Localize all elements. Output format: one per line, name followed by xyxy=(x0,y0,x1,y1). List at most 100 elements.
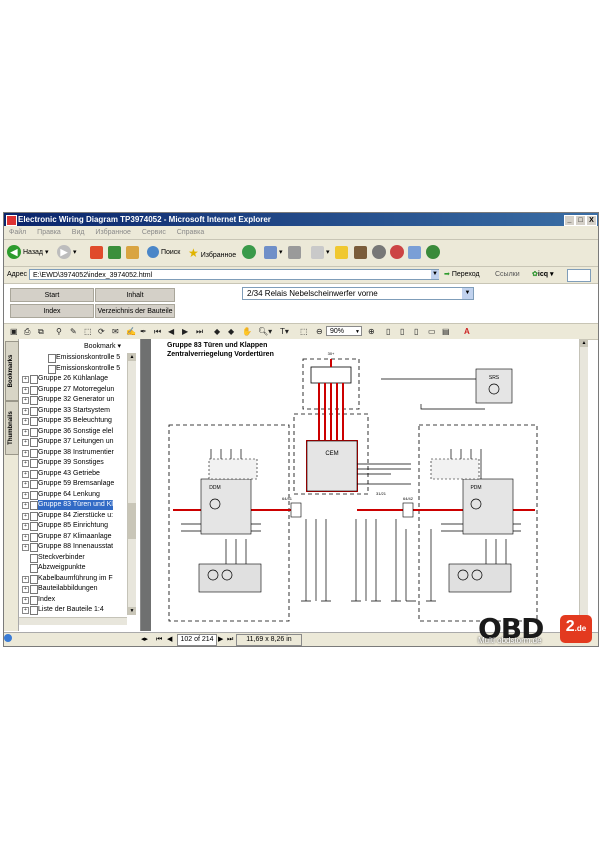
bookmark-hscrollbar[interactable] xyxy=(19,617,127,625)
text-select-icon[interactable]: T▾ xyxy=(280,326,289,337)
tool-button-1[interactable] xyxy=(372,245,386,261)
zoom-in-icon[interactable]: ⊕ xyxy=(368,326,375,337)
expand-icon[interactable]: + xyxy=(22,418,29,425)
sign-icon[interactable]: ✒ xyxy=(140,326,147,337)
tool-button-2[interactable] xyxy=(390,245,404,261)
expand-icon[interactable]: + xyxy=(22,481,29,488)
expand-icon[interactable]: + xyxy=(22,586,29,593)
mail-button[interactable]: ▾ xyxy=(264,245,282,261)
comment-icon[interactable]: ✍ xyxy=(126,326,136,337)
history-button[interactable] xyxy=(242,245,256,261)
expand-icon[interactable]: + xyxy=(22,439,29,446)
page-number-input[interactable]: 102 of 214 xyxy=(177,634,217,646)
icq-input[interactable] xyxy=(567,269,591,282)
expand-icon[interactable]: + xyxy=(22,607,29,614)
bookmark-item[interactable]: + Gruppe 37 Leitungen un xyxy=(19,437,127,447)
bookmark-item[interactable]: Steckverbinder xyxy=(19,553,127,563)
actual-size-icon[interactable]: ▯ xyxy=(386,326,390,337)
back-button[interactable]: ◀ Назад ▾ xyxy=(7,245,48,261)
expand-icon[interactable]: + xyxy=(22,575,29,583)
bookmark-item[interactable]: + Liste der Bauteile 1:4 xyxy=(19,605,127,615)
forward-view-icon[interactable]: ◆ xyxy=(228,326,234,337)
bookmark-item[interactable]: + Gruppe 39 Sonstiges xyxy=(19,458,127,468)
menu-tools[interactable]: Сервис xyxy=(142,229,166,236)
bookmark-item[interactable]: + Gruppe 38 Instrumentier xyxy=(19,448,127,458)
forward-button[interactable]: ▶ ▾ xyxy=(57,245,76,261)
bookmark-item[interactable]: + Gruppe 43 Getriebe xyxy=(19,469,127,479)
save-icon[interactable]: ▣ xyxy=(10,326,18,337)
select-icon[interactable]: ⬚ xyxy=(84,326,92,337)
messenger-button[interactable] xyxy=(335,245,348,261)
bookmark-item[interactable]: + Gruppe 59 Bremsanlage xyxy=(19,479,127,489)
expand-icon[interactable]: + xyxy=(22,491,29,499)
print-icon[interactable]: ⎙ xyxy=(24,326,30,337)
next-page-icon[interactable]: ▶ xyxy=(218,633,223,646)
favorites-button[interactable]: ★ Избранное xyxy=(188,245,236,261)
fit-width-icon[interactable]: ▯ xyxy=(414,326,418,337)
refresh-button[interactable] xyxy=(108,245,121,261)
bookmark-menu[interactable]: Bookmark ▾ xyxy=(19,341,127,352)
expand-icon[interactable]: + xyxy=(22,386,29,394)
search-button[interactable]: Поиск xyxy=(147,245,180,261)
minimize-button[interactable]: _ xyxy=(564,215,575,226)
icq-button[interactable]: ✿icq ▾ xyxy=(532,267,553,283)
index-button[interactable]: Index xyxy=(10,304,94,318)
zoom-tool-icon[interactable]: 🔍︎▾ xyxy=(258,326,272,337)
component-select[interactable]: 2/34 Relais Nebelscheinwerfer vorne ▼ xyxy=(242,287,474,300)
start-button[interactable]: Start xyxy=(10,288,94,302)
bookmark-item[interactable]: Emissionskontrolle 5 xyxy=(19,364,127,374)
continuous-icon[interactable]: ▤ xyxy=(442,326,450,337)
text-tool-icon[interactable]: ✎ xyxy=(70,326,77,337)
maximize-button[interactable]: □ xyxy=(575,215,586,226)
copy-icon[interactable]: ⧉ xyxy=(38,326,44,337)
expand-icon[interactable]: + xyxy=(22,512,29,520)
zoom-input[interactable]: 90% ▼ xyxy=(326,326,362,336)
address-input[interactable]: E:\EWD\3974052\index_3974052.html xyxy=(29,269,439,280)
bookmark-item[interactable]: + Gruppe 83 Türen und Kl xyxy=(19,500,127,510)
expand-icon[interactable]: + xyxy=(22,502,29,509)
bookmark-item[interactable]: + Kabelbaumführung im F xyxy=(19,574,127,584)
close-button[interactable]: X xyxy=(586,215,597,226)
expand-icon[interactable]: + xyxy=(22,533,29,541)
bookmark-item[interactable]: + Gruppe 35 Beleuchtung xyxy=(19,416,127,426)
first-page-icon[interactable]: ⏮ xyxy=(154,326,161,337)
bookmark-item[interactable]: + Gruppe 36 Sonstige elel xyxy=(19,427,127,437)
tool-button-3[interactable] xyxy=(408,245,421,261)
last-page-icon[interactable]: ⏭ xyxy=(196,326,203,337)
prev-page-icon[interactable]: ◀ xyxy=(168,326,174,337)
rotate-icon[interactable]: ⟳ xyxy=(98,326,105,337)
expand-icon[interactable]: + xyxy=(22,397,29,404)
expand-icon[interactable]: + xyxy=(22,407,29,415)
acrobat-icon[interactable]: A xyxy=(464,326,470,337)
menu-favorites[interactable]: Избранное xyxy=(95,229,130,236)
go-button[interactable]: ➡ Переход xyxy=(444,267,480,283)
scroll-thumb[interactable] xyxy=(128,503,136,539)
next-page-icon[interactable]: ▶ xyxy=(182,326,188,337)
bookmark-item[interactable]: Abzweigpunkte xyxy=(19,563,127,573)
bookmark-item[interactable]: + Gruppe 84 Zierstücke u: xyxy=(19,511,127,521)
expand-icon[interactable]: + xyxy=(22,470,29,478)
fit-page-icon[interactable]: ▯ xyxy=(400,326,404,337)
expand-icon[interactable]: + xyxy=(22,449,29,457)
bookmark-scrollbar[interactable]: ▲ ▼ xyxy=(127,353,136,615)
bookmark-item[interactable]: + Gruppe 32 Generator un xyxy=(19,395,127,405)
document-scrollbar[interactable]: ▲ ▼ xyxy=(579,339,588,631)
statusbar-arrows-icon[interactable]: ◂▸ xyxy=(141,633,148,646)
research-button[interactable] xyxy=(354,245,367,261)
bookmark-item[interactable]: + Gruppe 88 Innenausstat xyxy=(19,542,127,552)
print-button[interactable] xyxy=(288,245,301,261)
zoom-out-icon[interactable]: ⊖ xyxy=(316,326,323,337)
single-page-icon[interactable]: ▭ xyxy=(428,326,436,337)
first-page-icon[interactable]: ⏮ xyxy=(156,633,162,646)
menu-help[interactable]: Справка xyxy=(177,229,204,236)
scroll-up-icon[interactable]: ▲ xyxy=(580,339,588,347)
tab-thumbnails[interactable]: Thumbnails xyxy=(5,401,19,455)
expand-icon[interactable]: + xyxy=(22,376,29,383)
bookmark-item[interactable]: + Gruppe 26 Kühlanlage xyxy=(19,374,127,384)
inhalt-button[interactable]: Inhalt xyxy=(95,288,175,302)
tab-bookmarks[interactable]: Bookmarks xyxy=(5,341,19,401)
bookmark-item[interactable]: + Gruppe 64 Lenkung xyxy=(19,490,127,500)
address-dropdown-icon[interactable]: ▼ xyxy=(431,270,439,279)
bookmark-item[interactable]: + Gruppe 85 Einrichtung xyxy=(19,521,127,531)
verzeichnis-button[interactable]: Verzeichnis der Bauteile xyxy=(95,304,175,318)
